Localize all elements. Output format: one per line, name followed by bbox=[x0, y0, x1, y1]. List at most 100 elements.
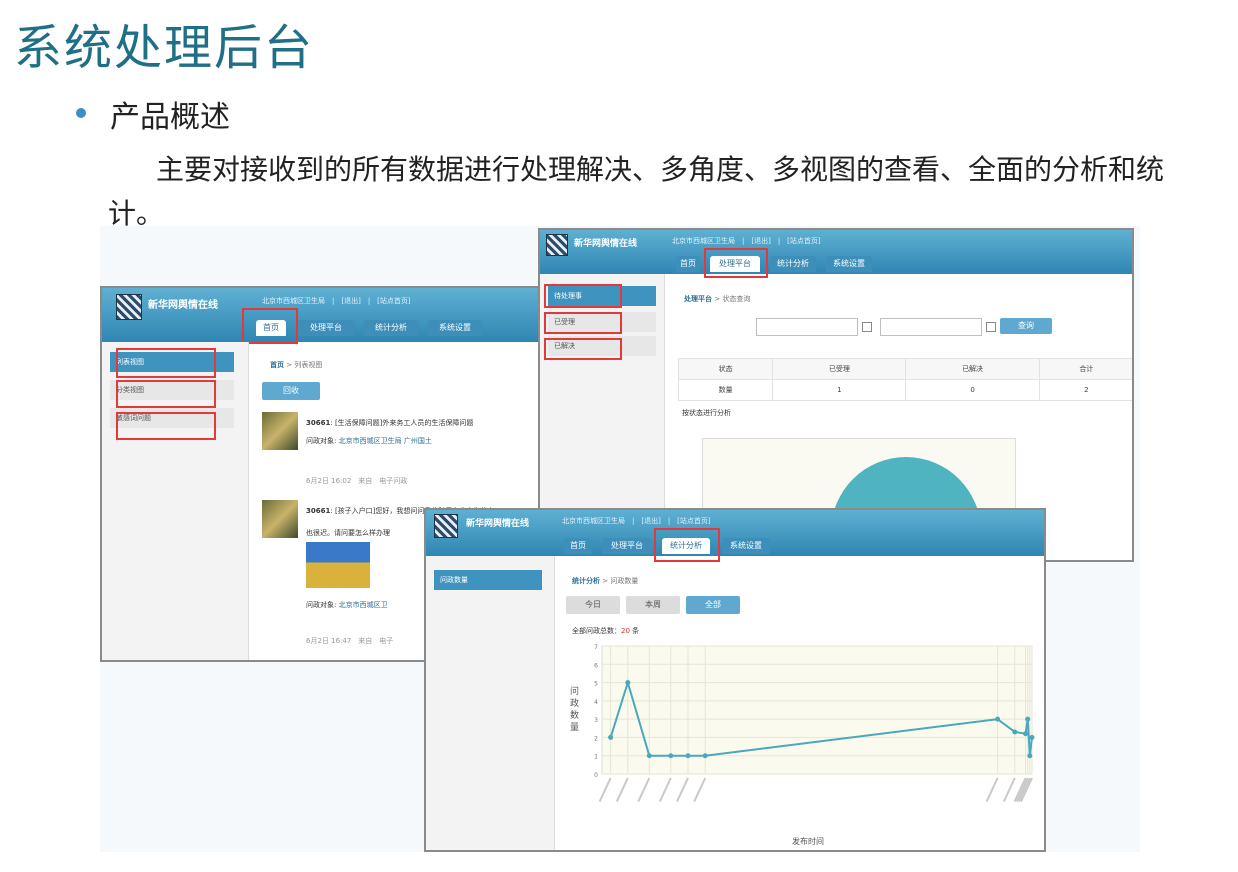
x-axis-label: 发布时间 bbox=[792, 837, 824, 846]
top-info: 北京市西城区卫生局 | [退出] | [站点首页] bbox=[262, 297, 411, 305]
breadcrumb: 统计分析 > 问政数量 bbox=[572, 576, 638, 586]
range-today-button[interactable]: 今日 bbox=[566, 596, 620, 614]
breadcrumb-home[interactable]: 处理平台 bbox=[684, 295, 712, 303]
x-tick-mark bbox=[598, 777, 612, 802]
tab-settings[interactable]: 系统设置 bbox=[722, 538, 770, 554]
table-cell: 数量 bbox=[677, 379, 774, 401]
y-tick-label: 6 bbox=[594, 662, 598, 669]
y-tick-label: 4 bbox=[594, 699, 598, 706]
calendar-icon[interactable] bbox=[862, 322, 872, 332]
data-point[interactable] bbox=[668, 753, 674, 759]
x-tick-mark bbox=[1002, 777, 1016, 802]
table-header: 已受理 bbox=[772, 358, 907, 380]
y-tick-label: 3 bbox=[594, 717, 598, 724]
bullet-heading: 产品概述 bbox=[110, 100, 230, 135]
end-date-input[interactable] bbox=[880, 318, 982, 336]
data-point[interactable] bbox=[1012, 729, 1018, 735]
brand-name: 新华网舆情在线 bbox=[466, 519, 530, 529]
tab-settings[interactable]: 系统设置 bbox=[428, 320, 482, 336]
logo-icon bbox=[116, 294, 142, 320]
bullet-dot bbox=[76, 108, 86, 118]
y-tick-label: 2 bbox=[594, 735, 598, 742]
tab-process[interactable]: 处理平台 bbox=[298, 320, 354, 336]
table-header: 合计 bbox=[1038, 358, 1132, 380]
table-header-row: 状态 已受理 已解决 合计 bbox=[677, 358, 1132, 380]
ask-button[interactable]: 回收 bbox=[262, 382, 320, 400]
tab-home[interactable]: 首页 bbox=[564, 538, 592, 554]
x-ticks bbox=[598, 777, 1033, 802]
top-info: 北京市西城区卫生局 | [退出] | [站点首页] bbox=[562, 517, 711, 525]
breadcrumb-home[interactable]: 首页 bbox=[270, 361, 284, 369]
y-ticks: 0 1 2 3 4 5 6 7 bbox=[594, 644, 598, 779]
header-bar: 新华网舆情在线 北京市西城区卫生局 | [退出] | [站点首页] 首页 处理平… bbox=[540, 230, 1132, 274]
header-bar: 新华网舆情在线 北京市西城区卫生局 | [退出] | [站点首页] 首页 处理平… bbox=[102, 288, 540, 342]
x-tick-mark bbox=[676, 777, 689, 802]
table-header: 已解决 bbox=[905, 358, 1040, 380]
status-table: 状态 已受理 已解决 合计 数量 1 0 2 bbox=[677, 358, 1132, 401]
table-row: 数量 1 0 2 bbox=[677, 379, 1132, 401]
tab-stats[interactable]: 统计分析 bbox=[770, 256, 816, 272]
data-point[interactable] bbox=[702, 753, 708, 759]
breadcrumb-sep: > bbox=[286, 361, 293, 369]
tab-process[interactable]: 处理平台 bbox=[602, 538, 652, 554]
data-point[interactable] bbox=[646, 753, 652, 759]
x-tick-mark bbox=[637, 777, 651, 802]
data-point[interactable] bbox=[685, 753, 691, 759]
start-date-input[interactable] bbox=[756, 318, 858, 336]
brand-name: 新华网舆情在线 bbox=[148, 300, 218, 311]
logo-icon bbox=[434, 514, 458, 538]
item-2-meta: 6月2日 16:47 来自 电子 bbox=[306, 637, 394, 645]
query-button[interactable]: 查询 bbox=[1000, 318, 1052, 334]
highlight-sidebar-3 bbox=[116, 412, 216, 440]
tab-stats[interactable]: 统计分析 bbox=[364, 320, 418, 336]
x-tick-mark bbox=[693, 777, 707, 802]
total-count: 全部问政总数：20 条 bbox=[572, 626, 639, 636]
table-cell: 1 bbox=[772, 379, 907, 401]
tab-home[interactable]: 首页 bbox=[676, 256, 700, 272]
sidebar-item-count[interactable]: 问政数量 bbox=[434, 570, 542, 590]
x-tick-mark bbox=[615, 777, 629, 802]
data-point[interactable] bbox=[1025, 716, 1031, 722]
range-all-button[interactable]: 全部 bbox=[686, 596, 740, 614]
calendar-icon[interactable] bbox=[986, 322, 996, 332]
breadcrumb: 首页 > 列表视图 bbox=[270, 360, 322, 370]
table-cell: 2 bbox=[1038, 379, 1132, 401]
logo-icon bbox=[546, 234, 568, 256]
window-stats: 新华网舆情在线 北京市西城区卫生局 | [退出] | [站点首页] 首页 处理平… bbox=[424, 508, 1046, 852]
tab-settings[interactable]: 系统设置 bbox=[826, 256, 872, 272]
brand-name: 新华网舆情在线 bbox=[574, 239, 638, 249]
y-tick-label: 0 bbox=[594, 772, 598, 779]
data-point[interactable] bbox=[608, 734, 614, 740]
range-week-button[interactable]: 本周 bbox=[626, 596, 680, 614]
sidebar: 问政数量 bbox=[426, 556, 555, 850]
item-1-thumbnail bbox=[262, 412, 298, 450]
item-2-line2: 也很迟。请问要怎么样办理 bbox=[306, 529, 390, 537]
item-1-meta: 6月2日 16:02 来自 电子问政 bbox=[306, 477, 408, 485]
highlight-sidebar-2 bbox=[544, 312, 622, 334]
data-point[interactable] bbox=[1023, 731, 1029, 737]
total-label: 全部问政总数： bbox=[572, 627, 621, 635]
header-bar: 新华网舆情在线 北京市西城区卫生局 | [退出] | [站点首页] 首页 处理平… bbox=[426, 510, 1044, 556]
data-point[interactable] bbox=[1029, 734, 1035, 740]
highlight-sidebar-2 bbox=[116, 380, 216, 408]
x-tick-mark bbox=[658, 777, 672, 802]
item-2-thumbnail bbox=[262, 500, 298, 538]
x-tick-mark bbox=[985, 777, 999, 802]
item-1-title[interactable]: 30661: [生活保障问题]外来务工人员的生活保障问题 bbox=[306, 418, 473, 428]
y-tick-label: 1 bbox=[594, 754, 598, 761]
y-tick-label: 5 bbox=[594, 681, 598, 688]
breadcrumb-current: 状态查询 bbox=[722, 295, 751, 303]
data-point[interactable] bbox=[1027, 753, 1033, 759]
breadcrumb-sep: > bbox=[602, 577, 609, 585]
table-cell: 0 bbox=[905, 379, 1040, 401]
item-1-target: 问政对象: 北京市西城区卫生局 广州国土 bbox=[306, 437, 432, 445]
top-info: 北京市西城区卫生局 | [退出] | [站点首页] bbox=[672, 237, 821, 245]
data-point[interactable] bbox=[625, 680, 631, 686]
highlight-tab-home bbox=[242, 308, 298, 344]
breadcrumb: 处理平台 > 状态查询 bbox=[684, 294, 750, 304]
y-tick-label: 7 bbox=[594, 644, 598, 651]
breadcrumb-home[interactable]: 统计分析 bbox=[572, 577, 600, 585]
total-unit: 条 bbox=[632, 627, 640, 635]
data-point[interactable] bbox=[995, 716, 1001, 722]
highlight-sidebar-1 bbox=[544, 284, 622, 308]
